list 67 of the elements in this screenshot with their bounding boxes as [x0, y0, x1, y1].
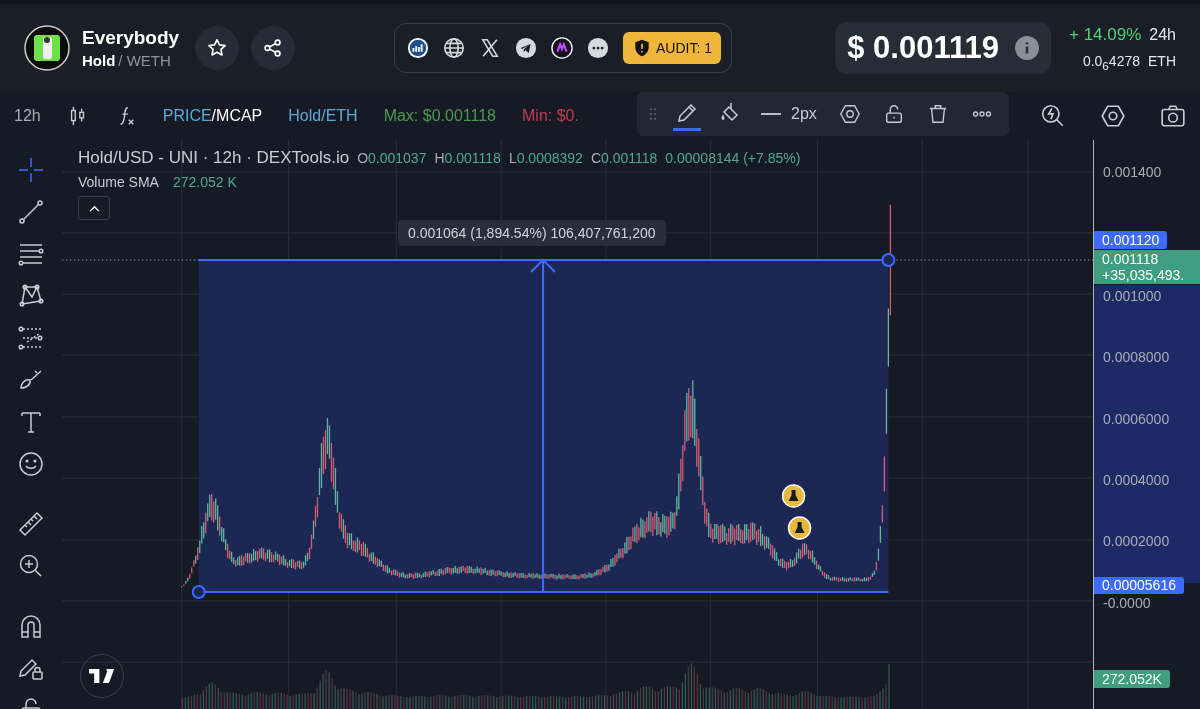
- chart-logo-icon[interactable]: [407, 37, 429, 59]
- collapse-button[interactable]: [78, 196, 110, 220]
- app-logo-icon[interactable]: [551, 37, 573, 59]
- axis-label: 0.0004000: [1103, 471, 1170, 488]
- drag-handle-icon[interactable]: [649, 105, 657, 123]
- ohlc-value: 0.001118: [601, 150, 658, 166]
- emoji-tool[interactable]: [17, 450, 45, 478]
- chart-title: Hold/USD - UNI · 12h · DEXTools.io: [78, 148, 350, 168]
- chevron-up-icon: [88, 204, 100, 212]
- crosshair-tool[interactable]: [17, 156, 45, 184]
- volume-badge: 272.052K: [1094, 670, 1170, 688]
- token-name: Everybody: [82, 27, 180, 49]
- info-icon[interactable]: [1015, 36, 1039, 60]
- line-width-button[interactable]: 2px: [791, 105, 817, 123]
- ohlc-value: 0.001118: [444, 150, 501, 166]
- fib-tool[interactable]: [17, 324, 45, 352]
- telegram-icon[interactable]: [515, 37, 537, 59]
- camera-icon[interactable]: [1160, 103, 1186, 129]
- ohlc-value: 0.0008392: [516, 150, 583, 166]
- globe-icon[interactable]: [443, 37, 465, 59]
- last-price-badge: 0.001118 +35,035,493.: [1094, 250, 1200, 284]
- low-price-badge: 0.00005616: [1094, 577, 1184, 594]
- more-icon[interactable]: [587, 37, 609, 59]
- token-logo: [24, 25, 70, 71]
- volume-label: Volume SMA: [78, 174, 159, 190]
- ohlc-label: C: [590, 150, 601, 166]
- axis-label: -0.0000: [1103, 594, 1151, 611]
- ohlc-label: O: [357, 150, 369, 166]
- volume-value: 272.052 K: [172, 174, 237, 190]
- ohlc-value: 0.001037: [368, 150, 427, 166]
- pair-quote: / WETH: [118, 52, 171, 69]
- eth-price: 0.0$_{6}$4278: [1082, 52, 1140, 72]
- measure-tooltip: 0.001064 (1,894.54%) 106,407,761,200: [398, 220, 666, 246]
- price-change: + 14.09%: [1069, 24, 1142, 45]
- settings-icon[interactable]: [838, 103, 861, 125]
- change-period: 24h: [1149, 25, 1176, 44]
- max-price: Max: $0.001118: [383, 107, 496, 125]
- ruler-tool[interactable]: [17, 510, 45, 538]
- interval-button[interactable]: 12h: [14, 107, 41, 125]
- axis-label: 0.0008000: [1103, 349, 1170, 366]
- flask-marker-icon: [787, 516, 812, 540]
- high-price-badge: 0.001120: [1094, 231, 1168, 249]
- star-icon: [206, 37, 229, 59]
- settings-icon[interactable]: [1100, 103, 1126, 129]
- token-price: $ 0.001119: [847, 30, 999, 66]
- audit-button[interactable]: AUDIT: 1: [623, 32, 721, 64]
- ohlc-label: H: [434, 150, 445, 166]
- axis-label: 0.001000: [1103, 288, 1162, 304]
- pair-toggle[interactable]: Hold/ETH: [288, 107, 358, 125]
- x-logo-icon[interactable]: [479, 37, 501, 59]
- lightning-search-icon[interactable]: [1040, 103, 1066, 129]
- mcap-toggle[interactable]: /MCAP: [211, 107, 263, 124]
- line-tool[interactable]: [17, 198, 45, 226]
- min-price: Min: $0.: [522, 107, 579, 125]
- ohlc-label: L: [508, 150, 517, 166]
- share-button[interactable]: [251, 26, 296, 70]
- favorite-button[interactable]: [195, 26, 240, 70]
- price-change-value: 0.00008144 (+7.85%): [665, 150, 801, 166]
- axis-label: 0.0002000: [1103, 533, 1170, 550]
- line-width-icon[interactable]: [761, 112, 781, 116]
- token-symbol: Hold: [82, 52, 116, 69]
- eth-unit: ETH: [1148, 52, 1176, 69]
- flask-marker-icon: [781, 484, 806, 508]
- axis-label: 0.0006000: [1103, 410, 1170, 427]
- axis-label: 0.001400: [1103, 164, 1162, 180]
- shield-icon: [632, 38, 652, 58]
- price-toggle[interactable]: PRICE: [162, 107, 212, 124]
